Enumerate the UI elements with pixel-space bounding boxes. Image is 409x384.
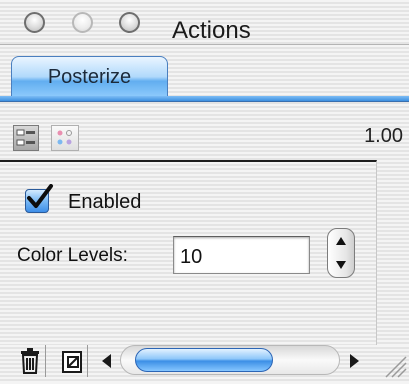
- title-bar: Actions: [0, 0, 409, 45]
- color-levels-field[interactable]: [173, 236, 310, 274]
- scroll-left-arrow-icon[interactable]: [98, 351, 116, 371]
- scroll-thumb[interactable]: [135, 348, 273, 372]
- stepper-up-arrow-icon[interactable]: [328, 229, 354, 253]
- enabled-checkbox[interactable]: [25, 184, 53, 213]
- tab-bar: Posterize: [0, 45, 409, 102]
- tab-underline: [0, 96, 409, 102]
- toolbar: 1.00: [0, 120, 409, 160]
- trash-icon[interactable]: [14, 345, 46, 377]
- color-levels-stepper[interactable]: [327, 228, 355, 278]
- version-label: 1.00: [364, 125, 403, 147]
- bottom-bar: [0, 345, 409, 383]
- enabled-label: Enabled: [68, 191, 142, 213]
- list-view-icon[interactable]: [13, 125, 39, 151]
- new-action-icon[interactable]: [56, 345, 88, 377]
- resize-grip-icon[interactable]: [378, 349, 408, 379]
- minimize-button[interactable]: [72, 12, 93, 33]
- scroll-right-arrow-icon[interactable]: [345, 351, 363, 371]
- icon-view-icon[interactable]: [51, 125, 79, 151]
- zoom-button[interactable]: [119, 12, 140, 33]
- window-title: Actions: [172, 17, 251, 44]
- checkmark-icon: [27, 184, 53, 208]
- horizontal-scrollbar[interactable]: [120, 345, 340, 375]
- stepper-down-arrow-icon[interactable]: [328, 253, 354, 277]
- close-button[interactable]: [24, 12, 45, 33]
- color-levels-label: Color Levels:: [17, 245, 128, 266]
- tab-posterize[interactable]: Posterize: [11, 56, 168, 101]
- action-settings-panel: Enabled Color Levels:: [0, 160, 377, 345]
